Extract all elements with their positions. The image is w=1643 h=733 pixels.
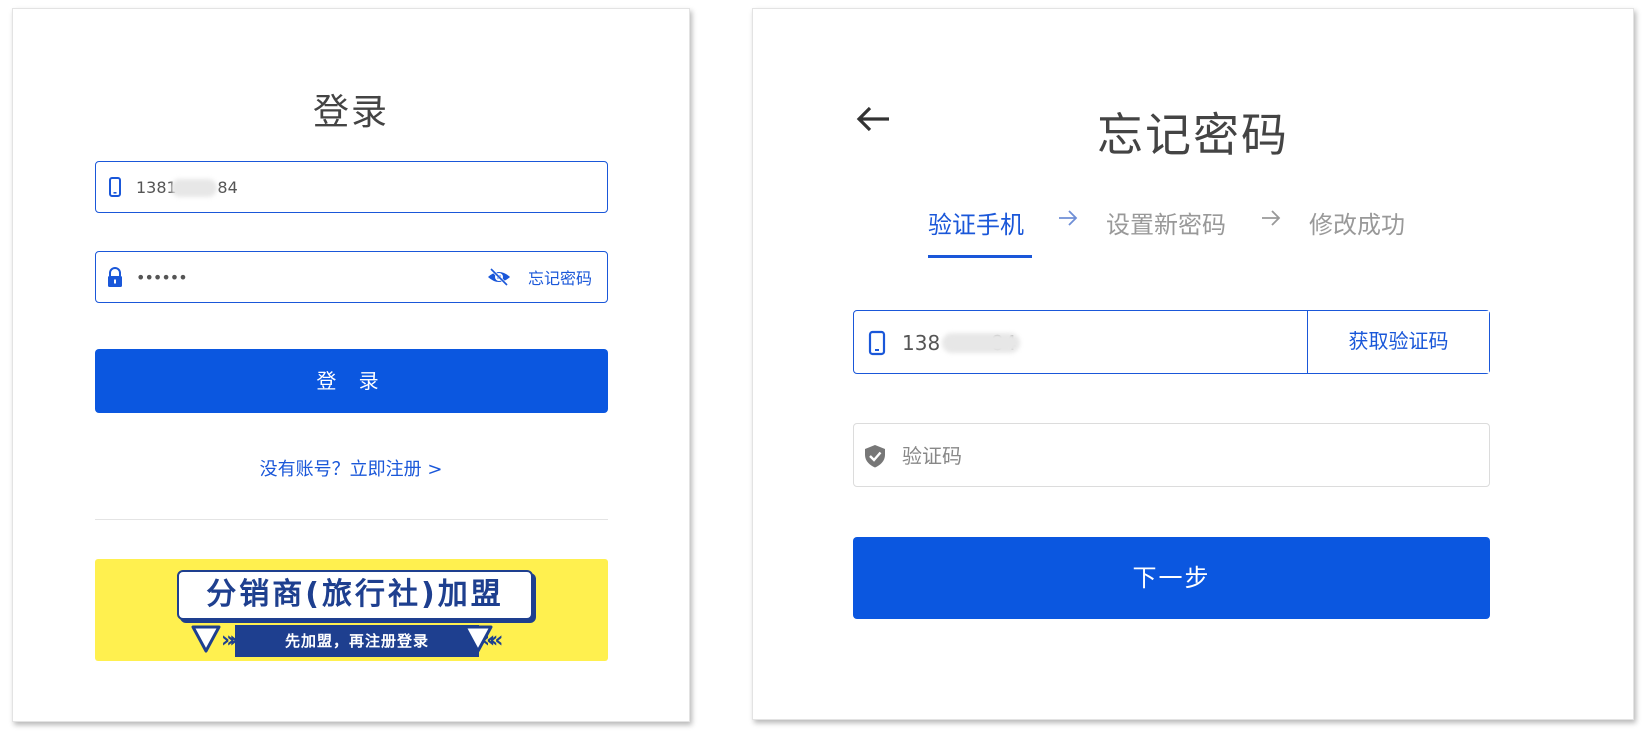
verification-code-field[interactable] (853, 423, 1490, 487)
login-card: 登录 忘记密码 登 录 没有账号？立即注册 > 分销商(旅行社)加盟 (12, 8, 690, 722)
masked-digits (171, 179, 217, 197)
step-set-new-password: 设置新密码 (1106, 211, 1226, 239)
distributor-join-banner[interactable]: 分销商(旅行社)加盟 »» 先加盟，再注册登录 «« (95, 559, 608, 661)
triangle-down-icon (463, 625, 493, 653)
phone-icon (109, 177, 121, 197)
step-arrow-icon (1059, 210, 1078, 226)
login-title: 登录 (312, 92, 389, 133)
step-verify-phone: 验证手机 (928, 211, 1024, 239)
step-success: 修改成功 (1309, 211, 1405, 239)
next-step-button[interactable]: 下一步 (853, 537, 1490, 619)
verification-code-input[interactable] (900, 438, 1404, 474)
phone-input-field[interactable] (95, 161, 608, 213)
step-arrow-icon (1262, 210, 1281, 226)
get-verification-code-button[interactable]: 获取验证码 (1307, 311, 1489, 373)
password-input-field[interactable]: 忘记密码 (95, 251, 608, 303)
divider (95, 519, 608, 520)
forgot-password-title: 忘记密码 (1097, 108, 1289, 162)
banner-subtitle: 先加盟，再注册登录 (235, 625, 479, 657)
lock-icon (108, 267, 122, 287)
register-link[interactable]: 没有账号？立即注册 > (13, 455, 689, 481)
masked-digits (942, 333, 1020, 353)
forgot-phone-field[interactable]: 获取验证码 (853, 310, 1490, 374)
password-input[interactable] (134, 260, 438, 294)
triangle-down-icon (191, 625, 221, 653)
phone-icon (868, 330, 886, 356)
forgot-password-link[interactable]: 忘记密码 (528, 265, 592, 289)
banner-title: 分销商(旅行社)加盟 (177, 570, 533, 620)
login-button[interactable]: 登 录 (95, 349, 608, 413)
forgot-password-card: 忘记密码 验证手机 设置新密码 修改成功 获取验证码 下一步 (752, 8, 1634, 720)
shield-check-icon (865, 445, 885, 468)
eye-icon[interactable] (486, 265, 512, 289)
active-step-underline (928, 255, 1032, 258)
